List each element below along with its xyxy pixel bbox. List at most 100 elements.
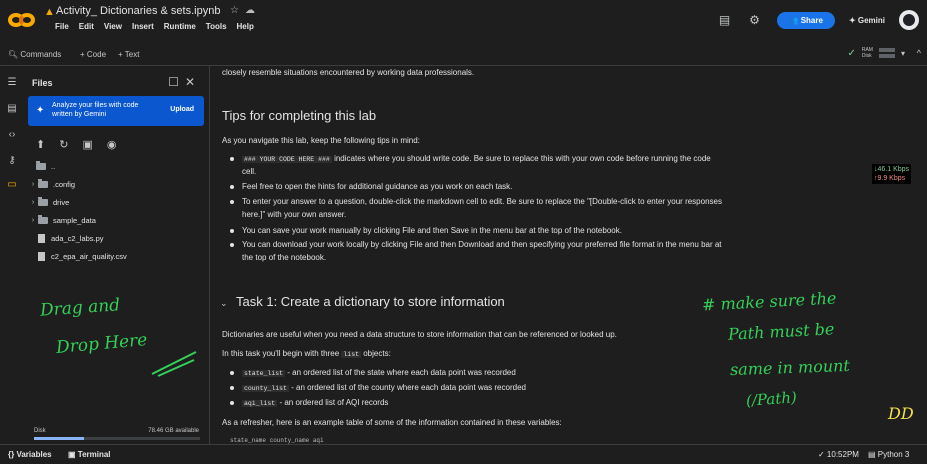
list-item[interactable]: c2_epa_air_quality.csv	[38, 248, 224, 264]
colab-logo[interactable]	[8, 9, 38, 31]
gemini-star-icon: ✦	[36, 105, 45, 116]
bullet	[230, 200, 234, 204]
list-item[interactable]: › .config	[28, 176, 214, 192]
title-bar: ▲ Activity_ Dictionaries & sets.ipynb ☆☁…	[0, 0, 927, 44]
tip-1-code: ### YOUR CODE HERE ###	[242, 156, 332, 163]
cloud-icon[interactable]: ☁	[245, 5, 261, 16]
bullet	[230, 157, 234, 161]
kernel-indicator[interactable]: ▤ Python 3	[868, 450, 909, 459]
hide-icon[interactable]: ◉	[107, 138, 117, 151]
files-panel-controls: ☐✕	[168, 75, 201, 89]
files-title: Files	[32, 78, 53, 88]
ram-disk-bars	[878, 48, 895, 58]
bullet	[230, 401, 234, 405]
list-code: aqi_list	[242, 400, 278, 407]
tip-1-text: indicates where you should write code. B…	[334, 154, 711, 163]
gear-icon[interactable]: ⚙	[747, 12, 763, 28]
list-item: aqi_list - an ordered list of AQI record…	[242, 398, 388, 409]
status-bar: {} Variables ▣ Terminal ✓ 10:52PM ▤ Pyth…	[0, 444, 927, 464]
tip-1-cont: cell.	[242, 167, 257, 176]
menu-file[interactable]: File	[55, 22, 69, 31]
bullet	[230, 243, 234, 247]
task-paragraph-2: In this task you'll begin with three lis…	[222, 349, 391, 360]
terminal-button[interactable]: ▣ Terminal	[68, 450, 111, 459]
task-paragraph-1: Dictionaries are useful when you need a …	[222, 330, 617, 339]
handwritten-initials: DD	[888, 404, 914, 423]
gemini-label: Gemini	[857, 15, 885, 25]
menu-insert[interactable]: Insert	[132, 22, 154, 31]
folder-icon	[36, 160, 46, 170]
ram-bar	[878, 48, 895, 52]
list-item[interactable]: › sample_data	[28, 212, 214, 228]
kernel-label: Python 3	[877, 450, 910, 459]
tip-3-cont: here.]" with your own answer.	[242, 210, 347, 219]
tips-intro: As you navigate this lab, keep the follo…	[222, 136, 420, 145]
disk-available: 78.46 GB available	[148, 428, 199, 434]
bullet	[230, 371, 234, 375]
list-code: state_list	[242, 370, 286, 377]
menu-tools[interactable]: Tools	[206, 22, 227, 31]
execution-time[interactable]: ✓ 10:52PM	[818, 450, 859, 459]
resource-monitor[interactable]: ✓ RAM Disk ▾	[847, 47, 905, 59]
menu-edit[interactable]: Edit	[79, 22, 94, 31]
variables-label: Variables	[16, 450, 52, 459]
avatar[interactable]	[899, 10, 919, 30]
file-icon	[38, 251, 45, 261]
list-item[interactable]: › drive	[28, 194, 214, 210]
tip-3: To enter your answer to a question, doub…	[242, 197, 722, 206]
tip-2: Feel free to open the hints for addition…	[242, 182, 513, 191]
chevron-right-icon[interactable]: ›	[28, 181, 38, 188]
menu-bar: File Edit View Insert Runtime Tools Help	[55, 22, 254, 31]
commands-button[interactable]: 🔍︎ Commands	[8, 50, 61, 59]
bullet	[230, 386, 234, 390]
list-item[interactable]: ada_c2_labs.py	[38, 230, 224, 246]
toc-icon[interactable]: ☰	[5, 76, 19, 90]
new-tab-icon[interactable]: ☐	[168, 75, 185, 89]
task-p2-pre: In this task you'll begin with three	[222, 349, 340, 358]
notebook-content: closely resemble situations encountered …	[210, 66, 860, 444]
chevron-right-icon[interactable]: ›	[28, 217, 38, 224]
menu-runtime[interactable]: Runtime	[164, 22, 196, 31]
collapse-section-icon[interactable]: ⌄	[220, 298, 228, 309]
star-icon[interactable]: ☆	[230, 5, 245, 16]
connected-check-icon: ✓	[847, 47, 856, 59]
chevron-right-icon[interactable]: ›	[28, 199, 38, 206]
add-code-button[interactable]: + Code	[80, 50, 106, 59]
download-speed: ↓46.1 Kbps	[874, 166, 910, 173]
menu-view[interactable]: View	[104, 22, 122, 31]
handwritten-note-line-4: (/Path)	[745, 388, 798, 410]
list-text: - an ordered list of AQI records	[279, 398, 389, 407]
notes-icon[interactable]: ▤	[5, 102, 19, 116]
add-text-button[interactable]: + Text	[118, 50, 139, 59]
menu-help[interactable]: Help	[237, 22, 254, 31]
gemini-button[interactable]: ✦ Gemini	[849, 16, 885, 25]
terminal-label: Terminal	[77, 450, 111, 459]
chevron-up-icon[interactable]: ^	[917, 48, 921, 58]
title-actions: ☆☁	[230, 5, 261, 16]
disk-usage-bar	[34, 437, 200, 440]
upload-file-icon[interactable]: ⬆	[36, 138, 45, 151]
list-item[interactable]: ..	[36, 158, 222, 174]
close-icon[interactable]: ✕	[185, 75, 201, 89]
comment-icon[interactable]: ▤	[717, 12, 733, 28]
folder-icon	[38, 214, 48, 224]
folder-icon	[38, 178, 48, 188]
list-text: - an ordered list of the state where eac…	[287, 368, 516, 377]
chevron-down-icon[interactable]: ▾	[901, 49, 905, 58]
refresh-icon[interactable]: ↻	[59, 138, 68, 151]
refresher-text: As a refresher, here is an example table…	[222, 418, 562, 427]
mount-drive-icon[interactable]: ▣	[82, 138, 92, 151]
list-code: county_list	[242, 385, 289, 392]
disk-label: Disk	[861, 53, 872, 59]
key-icon[interactable]: ⚷	[5, 154, 19, 168]
upload-button[interactable]: Upload	[170, 106, 194, 113]
drive-file-icon: ▲	[44, 6, 55, 18]
files-panel: Files ☐✕ ✦ Analyze your files with code …	[24, 66, 210, 444]
variables-button[interactable]: {} Variables	[8, 450, 52, 459]
disk-bar	[878, 54, 895, 58]
notebook-title[interactable]: Activity_ Dictionaries & sets.ipynb	[56, 5, 220, 17]
share-button[interactable]: 👥 Share	[776, 11, 835, 29]
gemini-analyze-card[interactable]: ✦ Analyze your files with code written b…	[28, 96, 204, 126]
code-icon[interactable]: ‹›	[5, 128, 19, 142]
folder-icon[interactable]: ▭	[5, 178, 19, 192]
